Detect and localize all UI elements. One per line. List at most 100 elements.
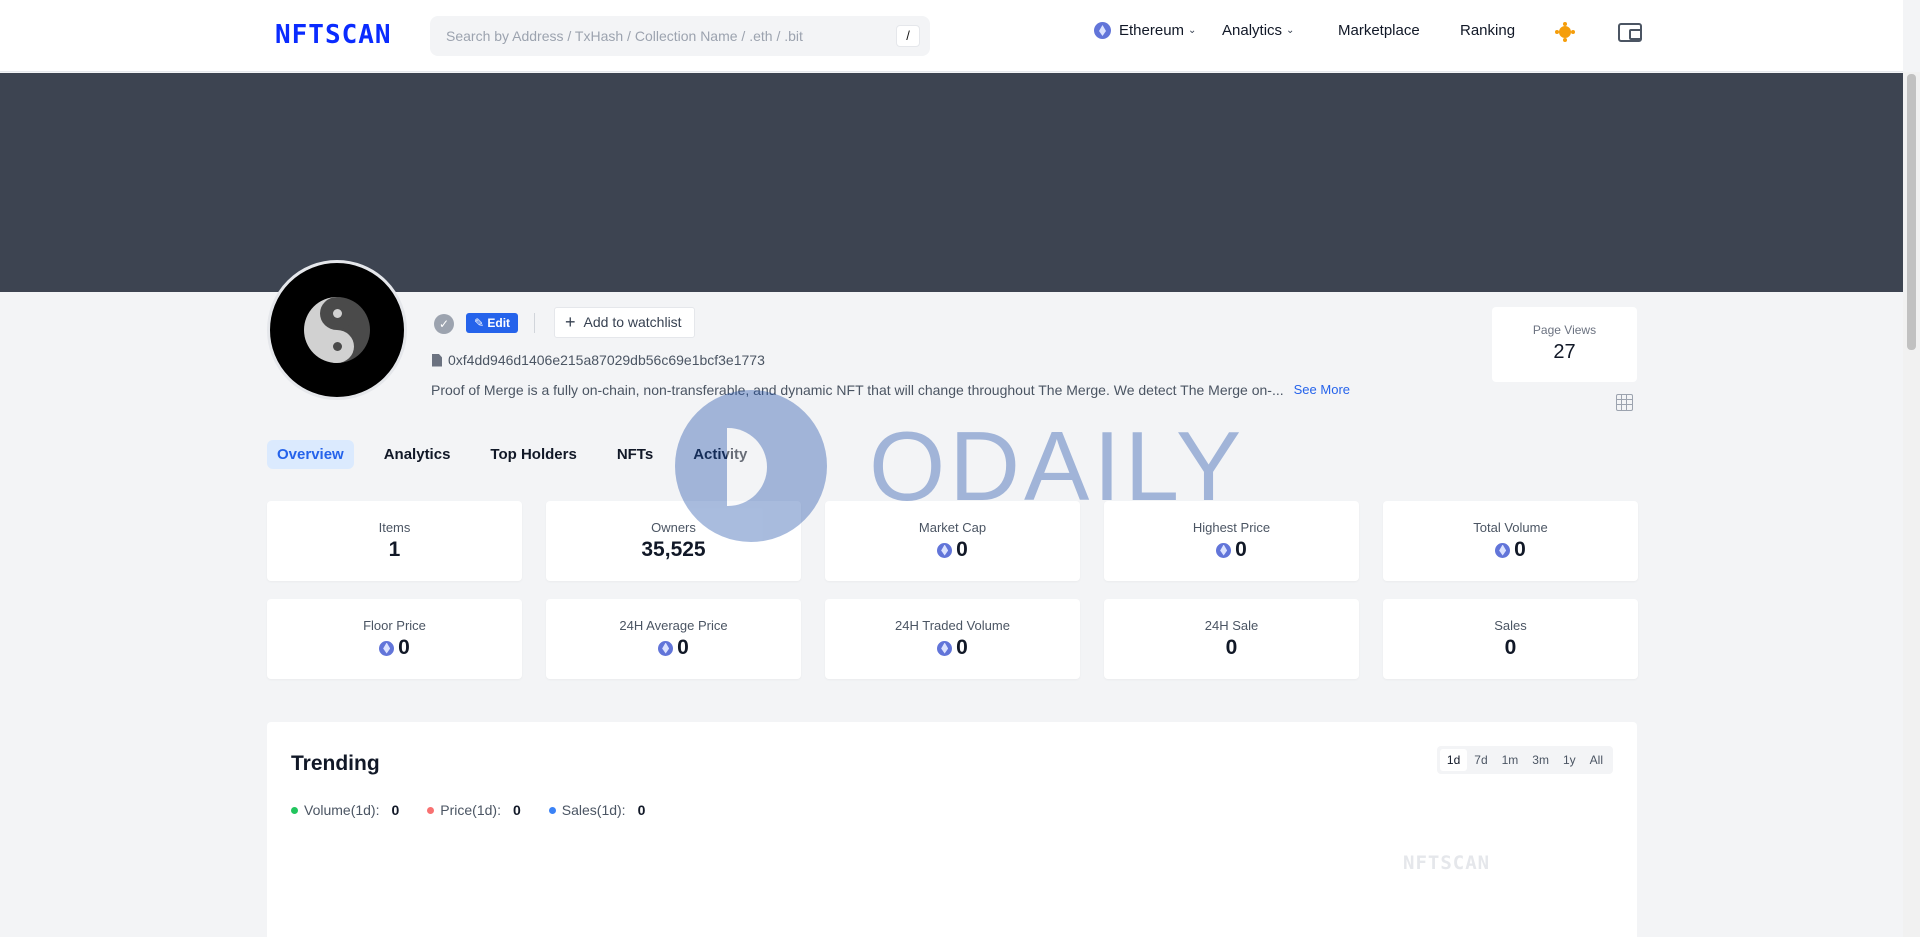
period-1m[interactable]: 1m (1495, 749, 1526, 771)
stat-value: 0 (1504, 636, 1517, 659)
stat-label: 24H Traded Volume (895, 618, 1010, 633)
ethereum-icon (937, 640, 953, 656)
nav-analytics[interactable]: Analytics ⌄ (1222, 22, 1294, 39)
trending-panel: Trending 1d 7d 1m 3m 1y All Volume(1d): … (267, 722, 1637, 937)
stat-card-24h-sale: 24H Sale 0 (1104, 599, 1359, 679)
stat-card-floor-price: Floor Price 0 (267, 599, 522, 679)
stat-label: Market Cap (918, 520, 987, 535)
period-7d[interactable]: 7d (1467, 749, 1494, 771)
stat-value: 0 (267, 636, 522, 660)
stat-value: 0 (825, 538, 1080, 562)
stat-label: Highest Price (1192, 520, 1271, 535)
stat-label: 24H Average Price (619, 618, 728, 633)
search-shortcut-key: / (896, 25, 920, 47)
stats-row-2: Floor Price 0 24H Average Price 0 24H Tr… (267, 599, 1638, 679)
ethereum-icon (1094, 22, 1111, 39)
watchlist-label: Add to watchlist (583, 314, 682, 330)
stat-card-sales: Sales 0 (1383, 599, 1638, 679)
stat-value: 0 (1104, 538, 1359, 562)
divider (534, 313, 535, 333)
add-to-watchlist-button[interactable]: + Add to watchlist (554, 307, 695, 338)
chain-selector[interactable]: Ethereum ⌄ (1094, 22, 1196, 39)
nav-marketplace[interactable]: Marketplace (1338, 22, 1420, 39)
ethereum-icon (937, 542, 953, 558)
stat-label: 24H Sale (1204, 618, 1259, 633)
plus-icon: + (565, 312, 576, 332)
contract-address-text: 0xf4dd946d1406e215a87029db56c69e1bcf3e17… (448, 352, 765, 368)
stats-row-1: Items 1 Owners 35,525 Market Cap 0 Highe… (267, 501, 1638, 581)
stat-value: 0 (825, 636, 1080, 660)
tab-overview[interactable]: Overview (267, 440, 354, 469)
top-header: NFTSCAN / Ethereum ⌄ Analytics ⌄ Marketp… (0, 0, 1903, 72)
chart-watermark: NFTSCAN (1403, 852, 1491, 874)
collection-tabs: Overview Analytics Top Holders NFTs Acti… (267, 440, 757, 469)
nav-ranking[interactable]: Ranking (1460, 22, 1515, 39)
stat-value: 0 (1225, 636, 1238, 659)
description-text: Proof of Merge is a fully on-chain, non-… (431, 382, 1284, 398)
search-bar[interactable]: / (430, 16, 930, 56)
ethereum-icon (379, 640, 395, 656)
sun-icon[interactable] (1554, 21, 1576, 43)
stat-card-24h-traded-volume: 24H Traded Volume 0 (825, 599, 1080, 679)
stat-card-items: Items 1 (267, 501, 522, 581)
stat-card-owners: Owners 35,525 (546, 501, 801, 581)
chain-label: Ethereum (1119, 22, 1185, 39)
see-more-link[interactable]: See More (1294, 382, 1350, 398)
period-1d[interactable]: 1d (1439, 749, 1468, 771)
trending-legend: Volume(1d): 0 Price(1d): 0 Sales(1d): 0 (291, 802, 645, 818)
stat-label: Owners (651, 520, 696, 535)
period-3m[interactable]: 3m (1525, 749, 1556, 771)
tab-activity[interactable]: Activity (683, 440, 757, 469)
edit-button[interactable]: ✎ Edit (466, 313, 519, 333)
page-views-value: 27 (1553, 341, 1576, 363)
stat-card-total-volume: Total Volume 0 (1383, 501, 1638, 581)
legend-dot (427, 806, 435, 814)
document-icon (432, 353, 442, 367)
collection-description: Proof of Merge is a fully on-chain, non-… (431, 382, 1351, 398)
check-badge-icon: ✓ (434, 314, 454, 334)
stat-value: 0 (1383, 538, 1638, 562)
scrollbar-thumb[interactable] (1907, 74, 1916, 350)
chevron-down-icon: ⌄ (1286, 25, 1295, 36)
nav-marketplace-label: Marketplace (1338, 22, 1420, 39)
tab-nfts[interactable]: NFTs (607, 440, 663, 469)
nftscan-logo[interactable]: NFTSCAN (275, 20, 392, 50)
wallet-icon[interactable] (1618, 23, 1642, 42)
collection-avatar (267, 260, 407, 400)
edit-label: Edit (487, 316, 511, 330)
ethereum-icon (1495, 542, 1511, 558)
legend-sales[interactable]: Sales(1d): 0 (548, 802, 645, 818)
stat-card-24h-average-price: 24H Average Price 0 (546, 599, 801, 679)
grid-icon[interactable] (1616, 394, 1633, 411)
legend-dot (291, 806, 298, 814)
stat-label: Sales (1494, 618, 1527, 633)
nav-ranking-label: Ranking (1460, 22, 1516, 39)
stat-label: Total Volume (1473, 520, 1548, 535)
chevron-down-icon: ⌄ (1188, 25, 1197, 36)
page-views-label: Page Views (1532, 323, 1597, 337)
tab-top-holders[interactable]: Top Holders (480, 440, 586, 469)
period-selector: 1d 7d 1m 3m 1y All (1436, 746, 1613, 774)
ethereum-icon (1216, 542, 1232, 558)
page-scrollbar[interactable] (1903, 72, 1920, 937)
contract-address[interactable]: 0xf4dd946d1406e215a87029db56c69e1bcf3e17… (432, 352, 765, 368)
trending-title: Trending (291, 752, 380, 775)
period-all[interactable]: All (1583, 749, 1610, 771)
stat-value: 1 (388, 538, 401, 561)
legend-volume[interactable]: Volume(1d): 0 (291, 802, 399, 818)
stat-label: Floor Price (363, 618, 426, 633)
page-views-card: Page Views 27 (1492, 307, 1637, 382)
collection-banner (0, 73, 1903, 292)
period-1y[interactable]: 1y (1556, 749, 1583, 771)
stat-value: 35,525 (641, 538, 706, 561)
legend-price[interactable]: Price(1d): 0 (427, 802, 521, 818)
stat-card-highest-price: Highest Price 0 (1104, 501, 1359, 581)
stat-value: 0 (546, 636, 801, 660)
stat-card-market-cap: Market Cap 0 (825, 501, 1080, 581)
yin-yang-image (304, 297, 370, 363)
nav-analytics-label: Analytics (1222, 22, 1283, 39)
tab-analytics[interactable]: Analytics (374, 440, 461, 469)
stat-label: Items (378, 520, 411, 535)
ethereum-icon (658, 640, 674, 656)
search-input[interactable] (430, 16, 870, 56)
